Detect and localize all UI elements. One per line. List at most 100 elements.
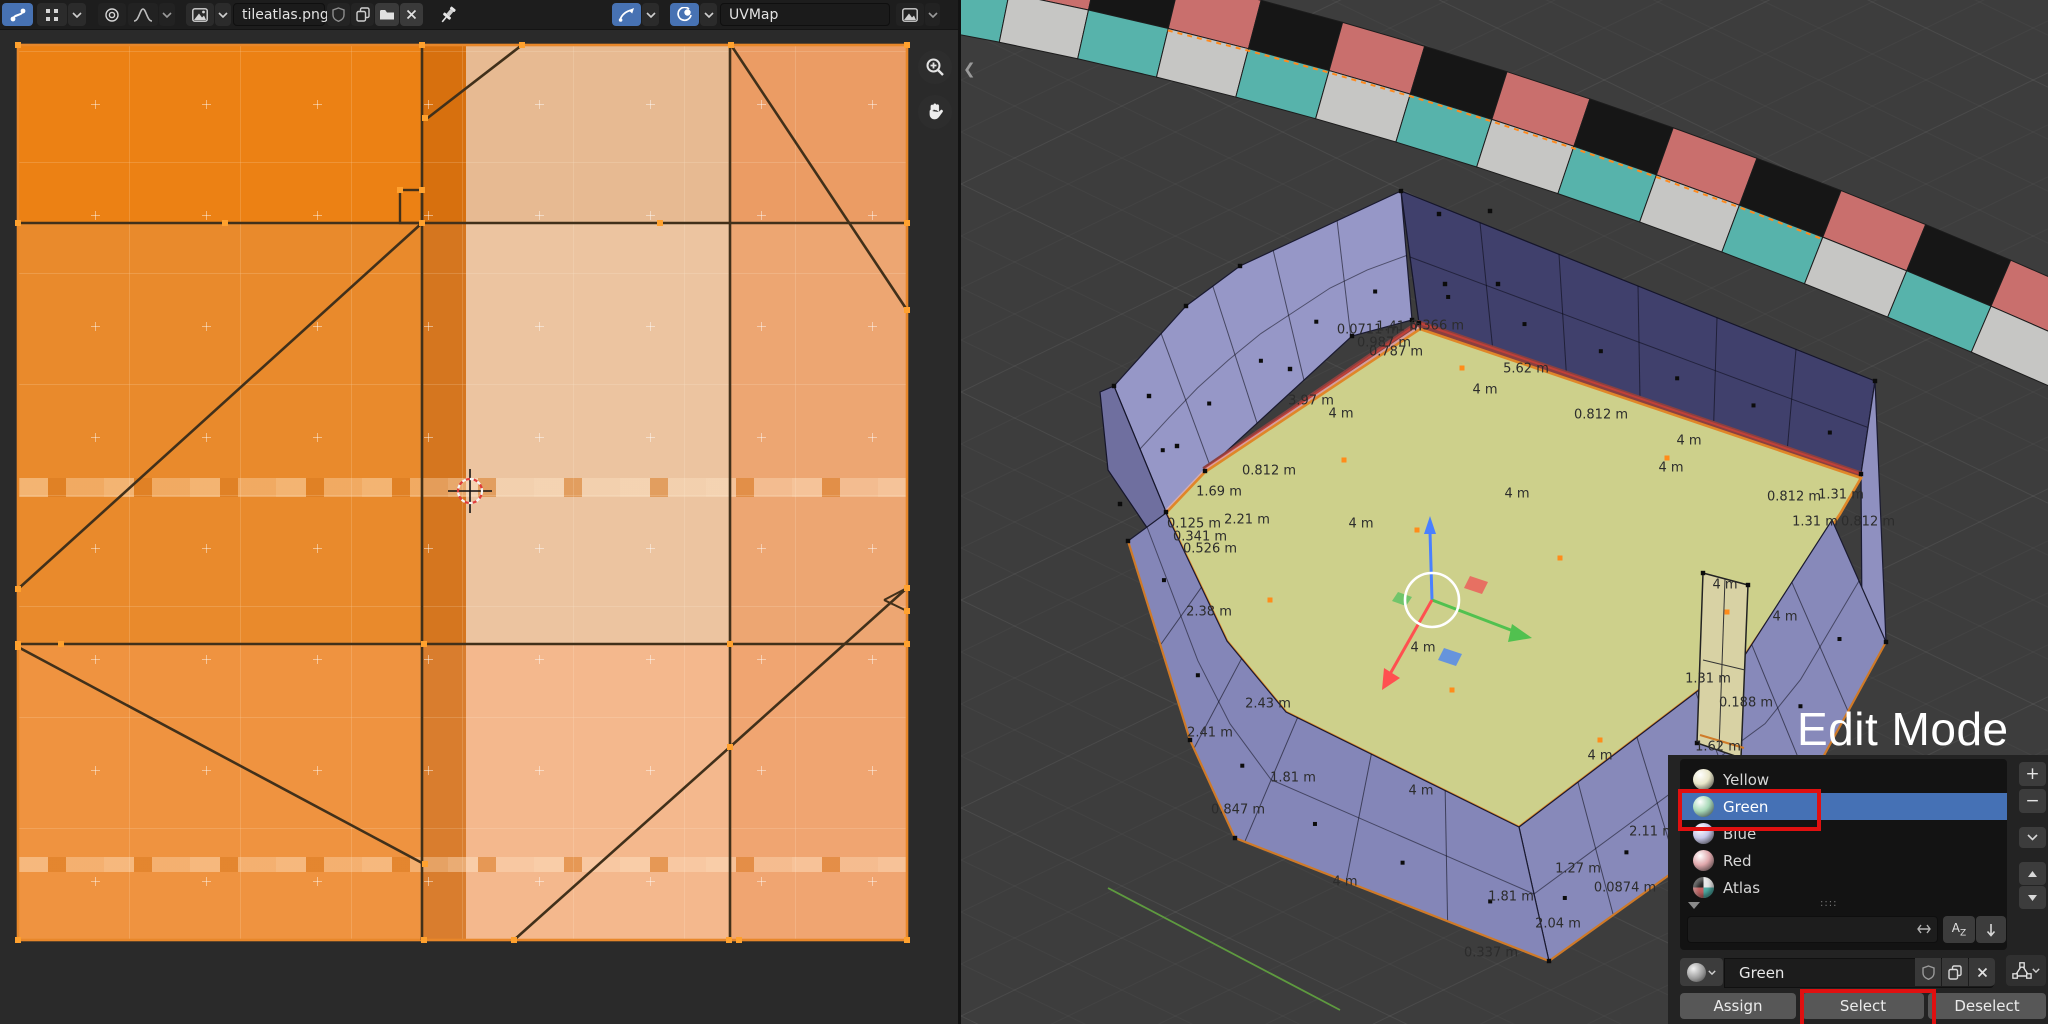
filter-reverse-icon[interactable]: [1917, 923, 1931, 935]
material-slot-blue[interactable]: Blue: [1680, 820, 2007, 847]
arrow-down-icon: [1986, 923, 1996, 937]
folder-icon: [379, 8, 395, 21]
chevron-down-icon: [2027, 834, 2038, 841]
material-slot-red[interactable]: Red: [1680, 847, 2007, 874]
unlink-image-button[interactable]: [400, 3, 423, 26]
snapping-toggle[interactable]: [612, 3, 641, 26]
select-mode-icon: [45, 8, 59, 22]
zoom-in-icon: [925, 57, 945, 77]
material-slot-label: Yellow: [1723, 771, 1769, 789]
browse-material-button[interactable]: [1680, 958, 1723, 986]
hand-icon: [925, 102, 945, 122]
sort-alpha-icon: AZ: [1952, 921, 1966, 938]
triangle-up-icon: [2027, 870, 2038, 878]
zoom-tool-button[interactable]: [918, 50, 952, 84]
material-slot-yellow[interactable]: Yellow: [1680, 766, 2007, 793]
pin-button[interactable]: [437, 4, 459, 26]
add-slot-button[interactable]: +: [2019, 762, 2046, 786]
material-slot-label: Red: [1723, 852, 1752, 870]
material-slot-label: Green: [1723, 798, 1768, 816]
pin-icon: [437, 4, 459, 26]
uv-editor: tileatlas.png: [0, 0, 958, 1024]
image-name-field[interactable]: tileatlas.png: [233, 3, 325, 26]
image-icon: [192, 8, 208, 22]
duplicate-icon: [1948, 965, 1962, 980]
display-dropdown[interactable]: [925, 3, 940, 26]
display-channels-button[interactable]: [896, 3, 924, 26]
shield-icon: [1922, 965, 1935, 980]
duplicate-icon: [356, 7, 370, 22]
uv-image-tileatlas[interactable]: [18, 45, 907, 940]
select-mode-dropdown[interactable]: [68, 3, 86, 26]
material-copy-button[interactable]: [1942, 958, 1968, 986]
proportional-edit-icon: [676, 7, 693, 23]
select-button[interactable]: Select: [1802, 993, 1924, 1019]
fake-user-button[interactable]: [327, 3, 350, 26]
material-slots-panel: YellowGreenBlueRedAtlas :::: AZ + −: [1668, 755, 2048, 1024]
minus-icon: −: [2025, 791, 2039, 811]
material-name-text: Green: [1739, 964, 1784, 982]
shield-icon: [332, 7, 345, 22]
proportional-edit-dropdown[interactable]: [700, 3, 717, 26]
remove-slot-button[interactable]: −: [2019, 789, 2046, 813]
select-mode-button[interactable]: [37, 3, 67, 26]
image-browse-dropdown[interactable]: [215, 3, 231, 26]
move-slot-down-button[interactable]: [2019, 886, 2046, 909]
chevron-down-icon: [162, 12, 172, 18]
resize-grip-icon[interactable]: ::::: [1820, 898, 1837, 909]
material-slot-label: Blue: [1723, 825, 1756, 843]
slot-specials-button[interactable]: [2019, 827, 2046, 848]
filter-expand-icon[interactable]: [1688, 902, 1700, 909]
node-material-icon: [2012, 962, 2032, 980]
material-nodes-button[interactable]: [2006, 955, 2046, 986]
uv-editor-icon: [10, 7, 26, 23]
material-preview-sphere: [1687, 963, 1706, 982]
new-image-button[interactable]: [351, 3, 374, 26]
chevron-down-icon: [72, 12, 82, 18]
material-slot-label: Atlas: [1723, 879, 1760, 897]
chevron-down-icon: [2032, 968, 2040, 973]
slot-search-input[interactable]: [1687, 916, 1938, 943]
uvmap-field[interactable]: UVMap: [720, 3, 890, 26]
material-sphere-icon: [1693, 877, 1714, 898]
material-sphere-icon: [1693, 769, 1714, 790]
deselect-button[interactable]: Deselect: [1928, 993, 2046, 1019]
pan-tool-button[interactable]: [918, 95, 952, 129]
proportional-edit-toggle[interactable]: [670, 3, 699, 26]
chevron-down-icon: [1708, 970, 1716, 975]
close-icon: [406, 9, 417, 20]
material-fake-user-button[interactable]: [1915, 958, 1941, 986]
plus-icon: +: [2025, 764, 2039, 784]
chevron-down-icon: [704, 12, 714, 18]
falloff-dropdown[interactable]: [159, 3, 175, 26]
editor-type-button[interactable]: [2, 3, 33, 26]
material-sphere-icon: [1693, 823, 1714, 844]
material-slot-green[interactable]: Green: [1680, 793, 2007, 820]
chevron-down-icon: [218, 12, 228, 18]
assign-button[interactable]: Assign: [1680, 993, 1796, 1019]
region-collapse-arrow[interactable]: ❮: [963, 60, 976, 78]
material-unlink-button[interactable]: [1969, 958, 1995, 986]
material-sphere-icon: [1693, 850, 1714, 871]
close-icon: [1977, 967, 1988, 978]
sort-alpha-button[interactable]: AZ: [1943, 916, 1975, 943]
uv-editor-header: tileatlas.png: [0, 0, 958, 30]
material-sphere-icon: [1693, 796, 1714, 817]
falloff-curve-icon: [133, 8, 153, 22]
mode-label: Edit Mode: [1797, 702, 2009, 756]
display-image-icon: [902, 8, 918, 22]
open-image-button[interactable]: [375, 3, 399, 26]
blender-window: tileatlas.png: [0, 0, 2048, 1024]
chevron-down-icon: [646, 12, 656, 18]
chevron-down-icon: [928, 12, 938, 18]
proportional-editing-button[interactable]: [98, 3, 126, 26]
image-browse-button[interactable]: [186, 3, 214, 26]
falloff-button[interactable]: [128, 3, 158, 26]
triangle-down-icon: [2027, 894, 2038, 902]
snapping-dropdown[interactable]: [642, 3, 659, 26]
material-slot-atlas[interactable]: Atlas: [1680, 874, 2007, 901]
move-slot-up-button[interactable]: [2019, 862, 2046, 885]
sort-reverse-button[interactable]: [1976, 916, 2006, 943]
snapping-icon: [618, 7, 635, 23]
proportional-icon: [104, 7, 120, 23]
